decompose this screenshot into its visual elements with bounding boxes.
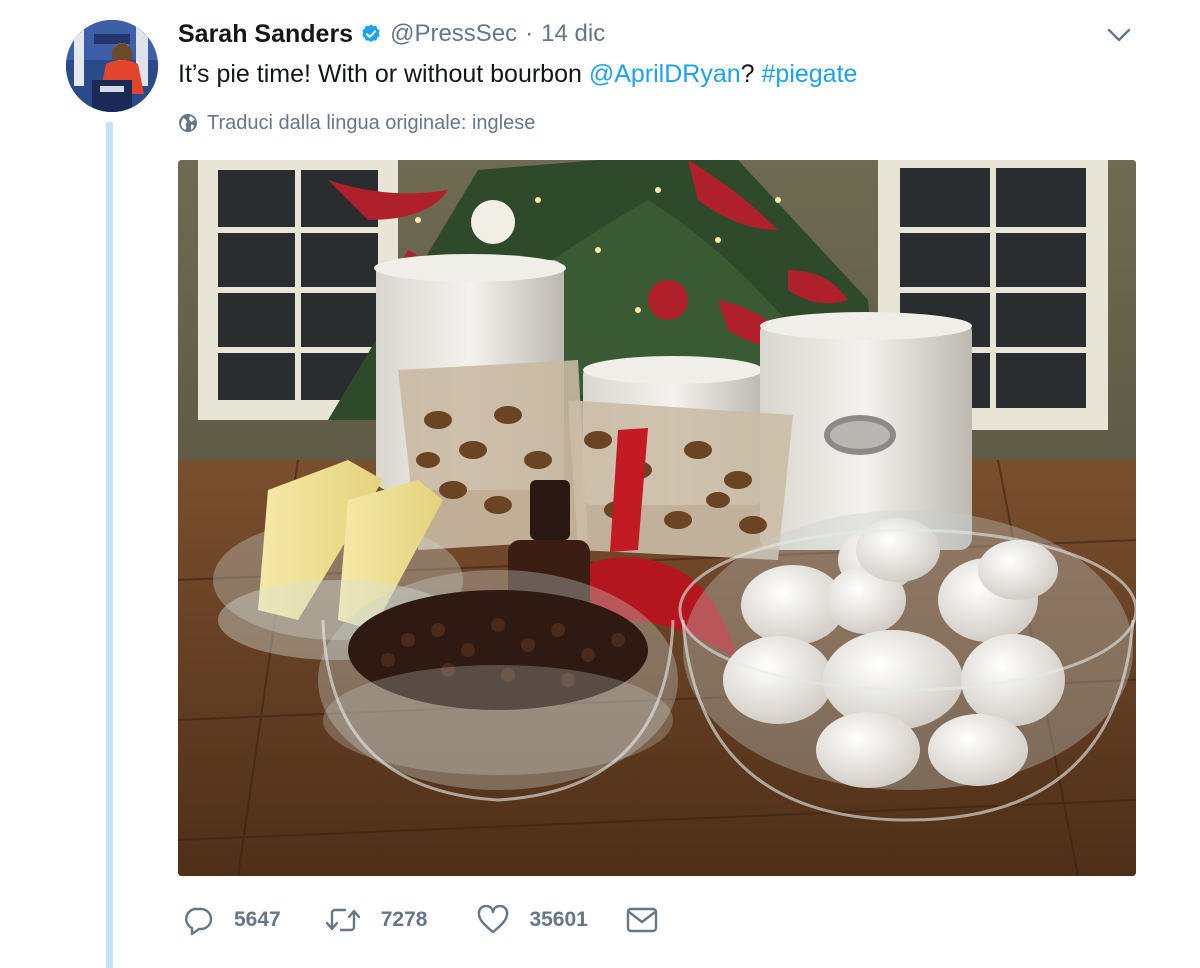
direct-message-button[interactable] xyxy=(626,906,658,934)
chevron-down-icon[interactable] xyxy=(1106,26,1132,44)
verified-badge-icon xyxy=(362,24,380,43)
tweet: Sarah Sanders @PressSec · 14 dic It’s pi… xyxy=(0,0,1200,968)
reply-button[interactable]: 5647 xyxy=(182,904,281,936)
globe-icon xyxy=(179,114,197,132)
like-count: 35601 xyxy=(529,908,588,931)
translate-link[interactable]: Traduci dalla lingua originale: inglese xyxy=(178,110,535,136)
avatar[interactable] xyxy=(66,20,158,112)
reply-count: 5647 xyxy=(234,908,281,931)
author-name[interactable]: Sarah Sanders xyxy=(178,20,353,49)
heart-icon xyxy=(478,905,509,934)
tweet-text-mid: ? xyxy=(740,60,762,88)
retweet-icon xyxy=(325,908,360,932)
mention-link[interactable]: @AprilDRyan xyxy=(589,60,741,88)
envelope-icon xyxy=(626,907,658,933)
tweet-photo[interactable] xyxy=(178,160,1136,876)
tweet-text-start: It’s pie time! With or without bourbon xyxy=(178,60,589,88)
translate-label: Traduci dalla lingua originale: inglese xyxy=(207,111,536,134)
tweet-header: Sarah Sanders @PressSec · 14 dic xyxy=(178,18,605,50)
separator-dot: · xyxy=(525,20,534,47)
tweet-actions: 5647 7278 35601 xyxy=(182,900,658,940)
retweet-count: 7278 xyxy=(380,908,428,931)
like-button[interactable]: 35601 xyxy=(477,905,588,935)
thread-line xyxy=(106,122,113,968)
timestamp[interactable]: 14 dic xyxy=(541,20,605,48)
retweet-button[interactable]: 7278 xyxy=(325,904,428,936)
tweet-text: It’s pie time! With or without bourbon @… xyxy=(178,58,857,90)
author-handle[interactable]: @PressSec xyxy=(390,20,517,48)
hashtag-link[interactable]: #piegate xyxy=(762,60,858,88)
reply-icon xyxy=(185,907,213,936)
